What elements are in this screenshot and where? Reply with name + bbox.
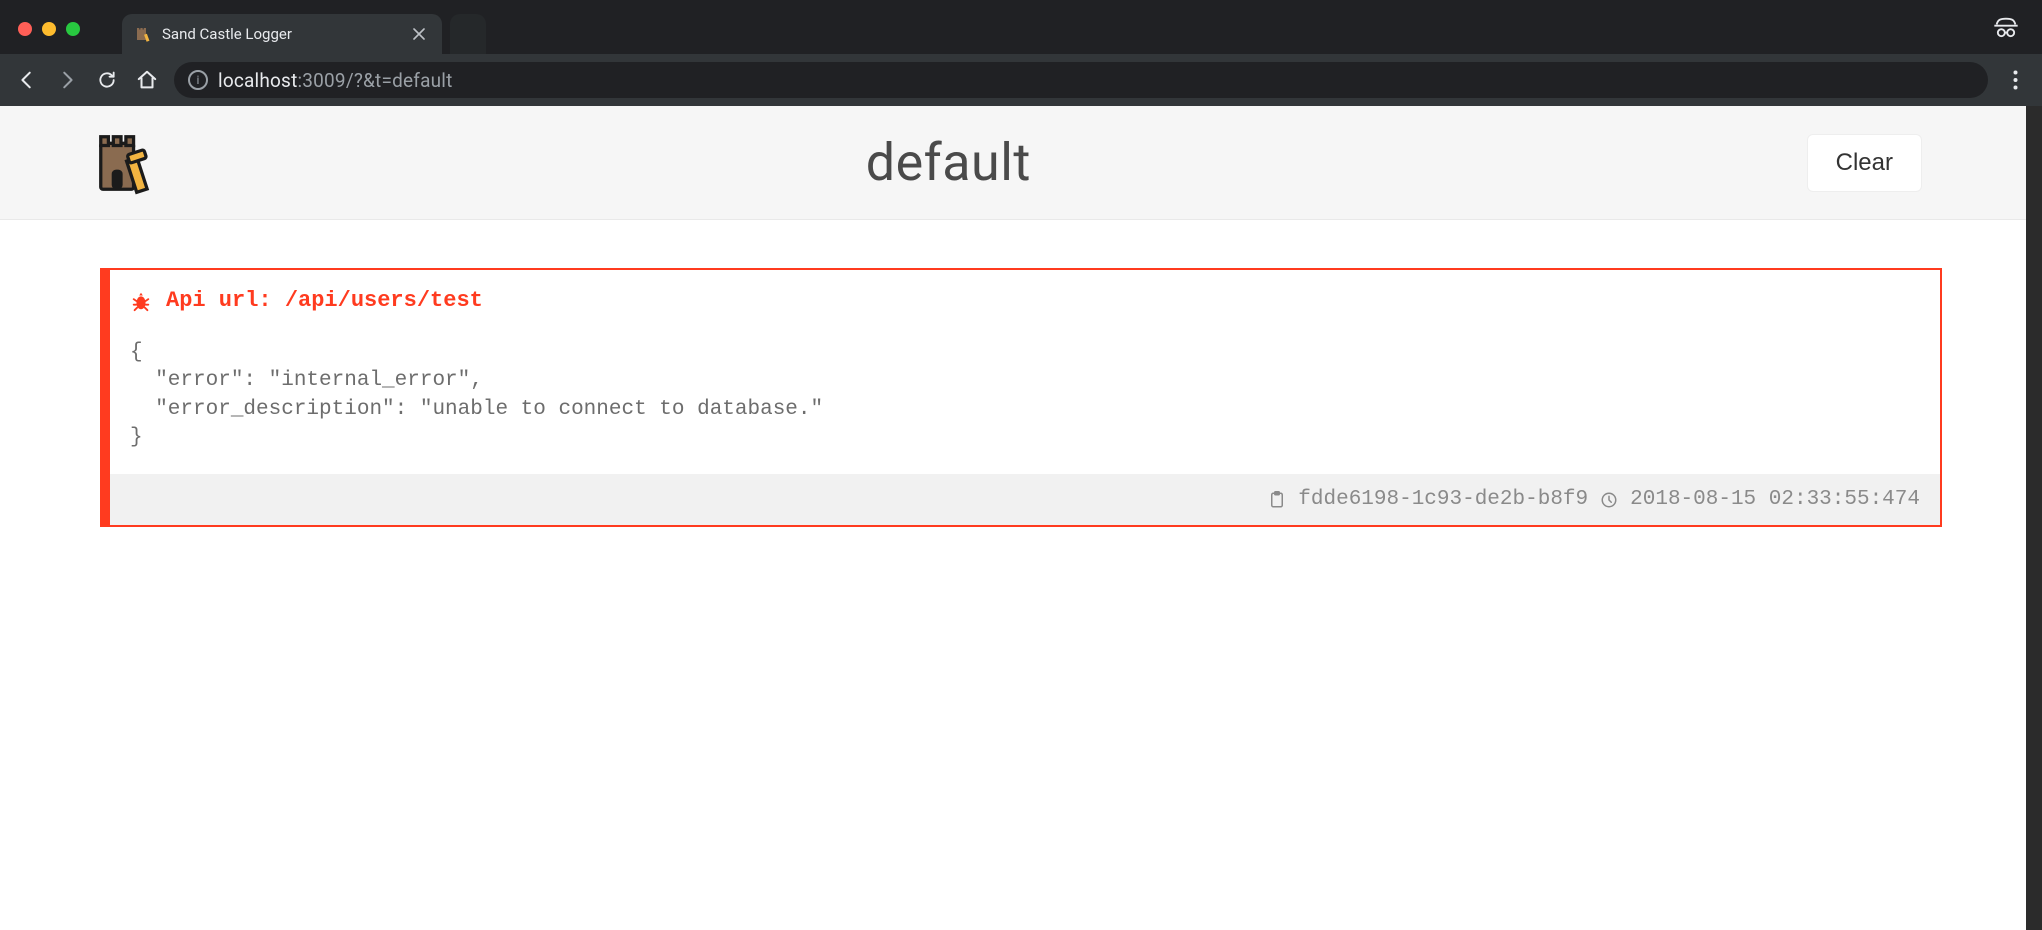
clear-button[interactable]: Clear [1807,134,1922,192]
nav-back-button[interactable] [14,67,40,93]
url-path: /?&t=default [346,69,453,92]
page-title: default [90,132,1807,193]
browser-toolbar: i localhost:3009/?&t=default [0,54,2042,106]
app-header: default Clear [0,106,2042,220]
page-viewport: default Clear Api url: /api/users/test {… [0,106,2042,930]
tab-favicon-castle-icon [134,25,152,43]
browser-chrome: Sand Castle Logger [0,0,2042,106]
tab-strip: Sand Castle Logger [0,0,2042,54]
url-text: localhost:3009/?&t=default [218,69,453,92]
tab-title: Sand Castle Logger [162,25,292,43]
id-icon [1268,490,1286,510]
window-controls [18,22,80,36]
address-bar[interactable]: i localhost:3009/?&t=default [174,62,1988,98]
log-area: Api url: /api/users/test { "error": "int… [0,220,2042,567]
incognito-icon [1992,14,2020,42]
log-title: Api url: /api/users/test [166,288,483,313]
app-logo-castle-icon [92,128,162,198]
browser-tab-active[interactable]: Sand Castle Logger [122,14,442,54]
log-footer: fdde6198-1c93-de2b-b8f9 2018-08-15 02:33… [110,474,1940,525]
nav-reload-button[interactable] [94,67,120,93]
vertical-scrollbar[interactable] [2026,106,2042,930]
nav-home-button[interactable] [134,67,160,93]
log-id: fdde6198-1c93-de2b-b8f9 [1298,488,1588,511]
log-card-error: Api url: /api/users/test { "error": "int… [100,268,1942,527]
site-info-icon[interactable]: i [188,70,208,90]
bug-icon [130,290,152,312]
browser-tab-inactive[interactable] [450,14,486,54]
log-body: { "error": "internal_error", "error_desc… [110,319,1940,474]
url-host: localhost [218,69,297,92]
log-title-row: Api url: /api/users/test [110,270,1940,319]
window-close-button[interactable] [18,22,32,36]
nav-forward-button[interactable] [54,67,80,93]
log-timestamp: 2018-08-15 02:33:55:474 [1630,488,1920,511]
browser-menu-button[interactable] [2002,67,2028,93]
window-zoom-button[interactable] [66,22,80,36]
window-minimize-button[interactable] [42,22,56,36]
url-port: :3009 [297,69,345,92]
tab-close-button[interactable] [410,25,428,43]
clock-icon [1600,491,1618,509]
